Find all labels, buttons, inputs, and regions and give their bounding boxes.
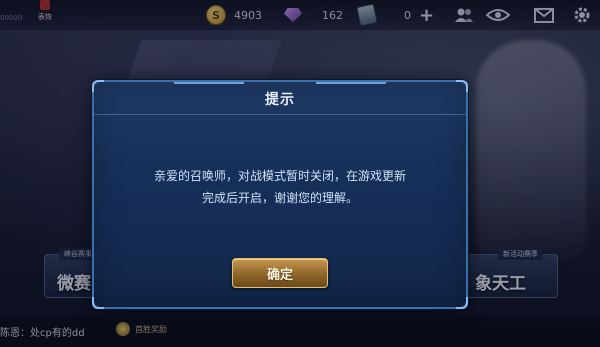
header-decoration [173, 82, 245, 84]
dialog-corner [92, 297, 104, 309]
dialog-message: 亲爱的召唤师，对战模式暂时关闭，在游戏更新 完成后开启，谢谢您的理解。 [94, 165, 466, 209]
header-decoration [315, 82, 387, 84]
dialog-title: 提示 [265, 92, 295, 108]
dialog-header: 提示 [94, 82, 466, 115]
dialog-corner [456, 297, 468, 309]
confirm-button[interactable]: 确定 [232, 258, 328, 288]
notice-dialog: 提示 亲爱的召唤师，对战模式暂时关闭，在游戏更新 完成后开启，谢谢您的理解。 确… [92, 80, 468, 309]
dialog-message-line-1: 亲爱的召唤师，对战模式暂时关闭，在游戏更新 [153, 169, 406, 183]
dialog-message-line-2: 完成后开启，谢谢您的理解。 [201, 191, 358, 205]
